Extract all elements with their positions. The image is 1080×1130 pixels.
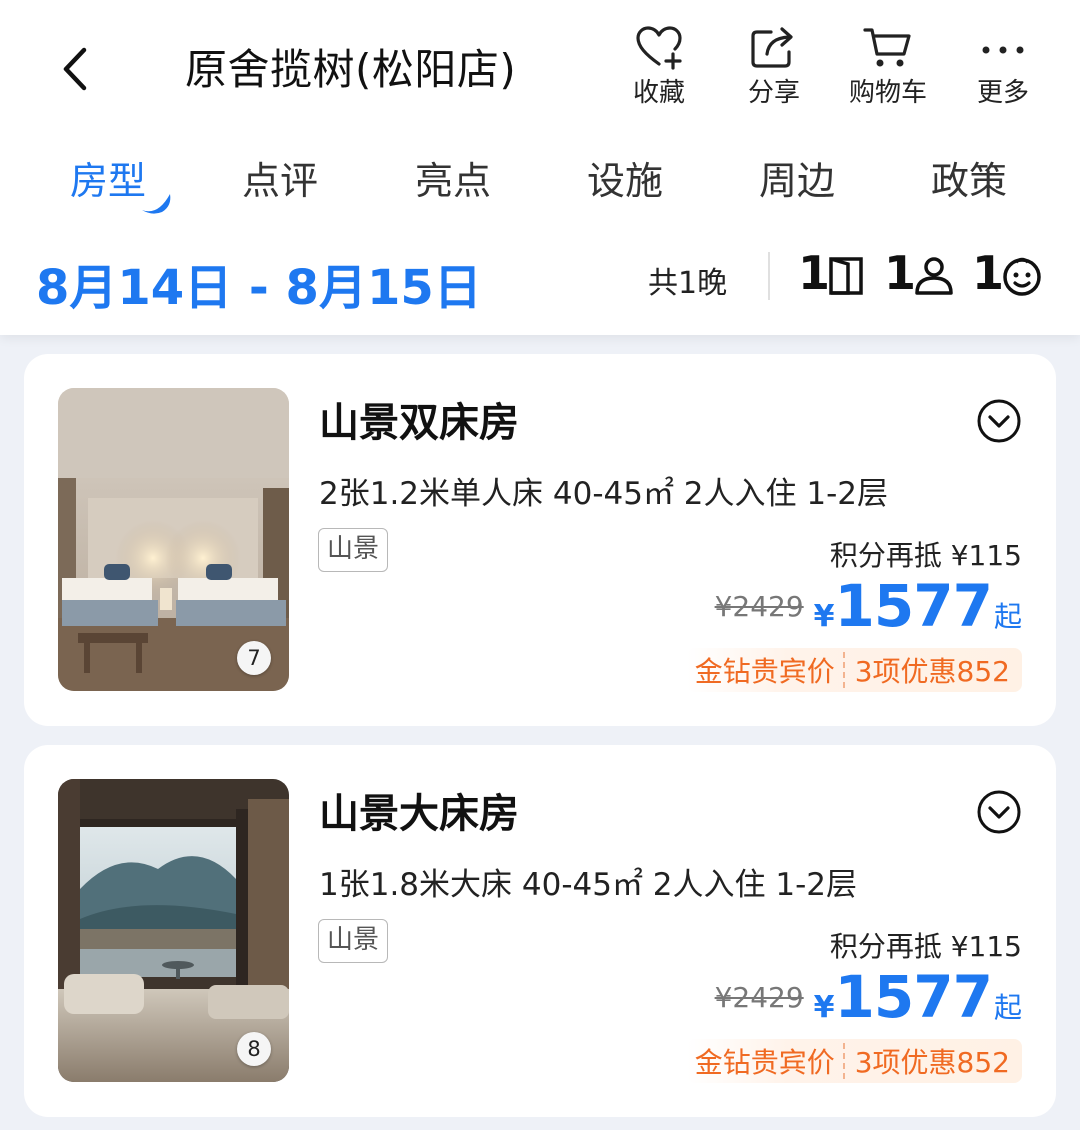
tab-reviews[interactable]: 点评 <box>220 150 340 205</box>
room-photo[interactable]: 8 <box>58 779 289 1082</box>
original-price: ¥2429 <box>714 590 804 623</box>
promo-badge[interactable]: 金钻贵宾价 3项优惠852 <box>686 1039 1022 1083</box>
chevron-down-circle-icon <box>977 399 1021 443</box>
price-row: ¥2429 ¥1577起 <box>715 963 1022 1031</box>
expand-button[interactable] <box>976 398 1022 444</box>
price-row: ¥2429 ¥1577起 <box>715 572 1022 640</box>
share-label: 分享 <box>747 78 800 108</box>
room-card[interactable]: 8 山景大床房 1张1.8米大床 40-45㎡ 2人入住 1-2层 山景 积分再… <box>24 745 1056 1117</box>
tab-nearby[interactable]: 周边 <box>737 150 857 205</box>
share-icon <box>751 27 793 68</box>
points-discount: 积分再抵 ¥115 <box>829 930 1022 963</box>
more-icon <box>982 46 1024 54</box>
cart-button[interactable]: 购物车 <box>843 24 933 109</box>
nights-count: 共1晚 <box>648 266 728 301</box>
active-tab-indicator <box>142 194 171 214</box>
tab-facilities[interactable]: 设施 <box>565 150 685 205</box>
view-tag: 山景 <box>318 919 389 963</box>
divider <box>768 252 770 300</box>
original-price: ¥2429 <box>714 981 804 1014</box>
price-suffix: 起 <box>993 991 1022 1024</box>
room-spec: 1张1.8米大床 40-45㎡ 2人入住 1-2层 <box>319 867 858 903</box>
tab-policies[interactable]: 政策 <box>909 150 1029 205</box>
photo-count-badge: 8 <box>237 1032 271 1066</box>
back-button[interactable] <box>52 42 102 96</box>
favorite-label: 收藏 <box>632 78 685 108</box>
currency-symbol: ¥ <box>813 599 835 634</box>
cart-label: 购物车 <box>848 78 927 108</box>
room-photo[interactable]: 7 <box>58 388 289 691</box>
points-discount: 积分再抵 ¥115 <box>829 539 1022 572</box>
currency-symbol: ¥ <box>813 990 835 1025</box>
expand-button[interactable] <box>976 789 1022 835</box>
promo-detail: 3项优惠852 <box>854 1046 1010 1079</box>
booking-bar[interactable]: 8月14日 - 8月15日 共1晚 1 1 1 <box>0 240 1080 320</box>
child-face-icon <box>1003 257 1041 296</box>
person-icon <box>915 257 953 295</box>
date-range[interactable]: 8月14日 - 8月15日 <box>36 248 482 318</box>
room-card[interactable]: 7 山景双床房 2张1.2米单人床 40-45㎡ 2人入住 1-2层 山景 积分… <box>24 354 1056 726</box>
price: 1577 <box>834 572 993 640</box>
hotel-title: 原舍揽树(松阳店) <box>185 45 517 94</box>
room-spec: 2张1.2米单人床 40-45㎡ 2人入住 1-2层 <box>319 476 889 512</box>
back-arrow-icon <box>63 47 87 91</box>
promo-label: 金钻贵宾价 <box>694 1046 835 1079</box>
view-tag: 山景 <box>318 528 389 572</box>
photo-count-badge: 7 <box>237 641 271 675</box>
promo-badge[interactable]: 金钻贵宾价 3项优惠852 <box>686 648 1022 692</box>
room-name: 山景双床房 <box>319 400 519 446</box>
promo-label: 金钻贵宾价 <box>694 655 835 688</box>
chevron-down-circle-icon <box>977 790 1021 834</box>
door-icon <box>829 257 863 295</box>
room-name: 山景大床房 <box>319 791 519 837</box>
share-button[interactable]: 分享 <box>729 24 819 109</box>
price: 1577 <box>834 963 993 1031</box>
price-suffix: 起 <box>993 600 1022 633</box>
more-button[interactable]: 更多 <box>958 24 1048 109</box>
promo-detail: 3项优惠852 <box>854 655 1010 688</box>
cart-icon <box>863 28 911 67</box>
heart-plus-icon <box>636 26 682 70</box>
more-label: 更多 <box>976 78 1029 108</box>
favorite-button[interactable]: 收藏 <box>614 24 704 109</box>
tab-highlights[interactable]: 亮点 <box>393 150 513 205</box>
top-bar: 原舍揽树(松阳店) 收藏 分享 购物车 更多 房型 点评 亮点 设施 周边 政策… <box>0 0 1080 335</box>
